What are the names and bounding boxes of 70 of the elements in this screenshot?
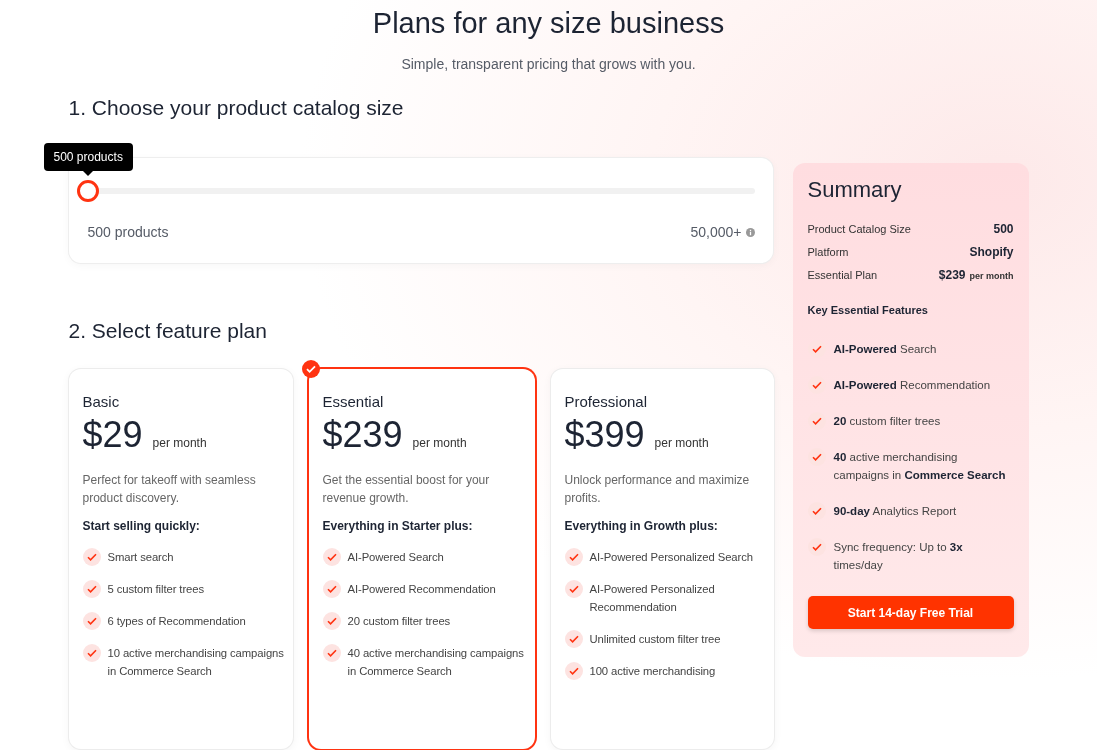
feature-text: Unlimited custom filter tree — [589, 632, 721, 647]
check-icon — [807, 538, 826, 556]
check-icon — [564, 580, 583, 598]
plan-description: Perfect for takeoff with seamless product discovery. — [82, 472, 257, 507]
features-heading: Start selling quickly: — [82, 519, 200, 533]
plan-price: $29 — [82, 413, 143, 457]
check-icon — [564, 548, 583, 566]
plan-name: Essential — [322, 393, 384, 410]
feature-text: 20 custom filter trees — [833, 414, 941, 429]
check-icon — [82, 580, 101, 598]
plan-description: Get the essential boost for your revenue growth. — [322, 472, 491, 507]
summary-label: Essential Plan — [807, 269, 878, 281]
plan-price: $239 — [322, 413, 403, 457]
plan-description: Unlock performance and maximize profits. — [564, 472, 751, 507]
feature-text: Smart search — [107, 550, 174, 565]
free-trial-button[interactable]: Start 14-day Free Trial — [807, 596, 1014, 629]
feature-text: AI-Powered Recommendation — [833, 378, 991, 393]
summary-title: Summary — [807, 177, 902, 203]
feature-text: AI-Powered Recommendation — [347, 582, 496, 597]
feature-text: AI-Powered Personalized Search — [589, 550, 753, 565]
feature-text: AI-Powered Personalized Recommendation — [589, 582, 716, 615]
summary-value: Shopify — [969, 245, 1014, 259]
features-heading: Everything in Starter plus: — [322, 519, 473, 533]
plan-card[interactable] — [308, 369, 535, 749]
page-title: Plans for any size business — [372, 7, 725, 40]
check-icon — [564, 630, 583, 648]
price-period: per month — [412, 436, 467, 450]
value-tooltip: 500 products — [43, 143, 133, 176]
summary-value: 500 — [993, 222, 1014, 236]
check-icon — [564, 662, 583, 680]
section-heading: 2. Select feature plan — [68, 319, 267, 343]
plan-card[interactable] — [68, 369, 293, 749]
check-icon — [82, 644, 101, 662]
plan-name: Basic — [82, 393, 120, 410]
feature-text: 40 active merchandising campaigns in Commerce Search — [833, 450, 1007, 483]
summary-value: $239 — [938, 268, 966, 282]
price-period: per month — [969, 271, 1014, 281]
info-icon — [745, 227, 755, 237]
feature-text: 40 active merchandising campaigns in Commerce Search — [347, 646, 525, 679]
section-heading: 1. Choose your product catalog size — [68, 96, 404, 120]
feature-text: AI-Powered Search — [347, 550, 444, 565]
feature-text: Sync frequency: Up to 3x times/day — [833, 540, 964, 573]
price-period: per month — [152, 436, 207, 450]
check-icon — [322, 644, 341, 662]
check-icon — [322, 548, 341, 566]
summary-label: Platform — [807, 246, 849, 258]
feature-text: 100 active merchandising — [589, 664, 716, 679]
price-period: per month — [654, 436, 709, 450]
feature-text: AI-Powered Search — [833, 342, 937, 357]
slider-handle[interactable] — [76, 180, 99, 202]
check-icon — [807, 502, 826, 520]
selected-check-icon — [301, 360, 320, 378]
plan-price: $399 — [564, 413, 645, 457]
feature-text: 10 active merchandising campaigns in Commerce Search — [107, 646, 285, 679]
check-icon — [82, 548, 101, 566]
check-icon — [82, 612, 101, 630]
feature-text: 20 custom filter trees — [347, 614, 451, 629]
min-label: 500 products — [87, 224, 169, 240]
feature-text: 90-day Analytics Report — [833, 504, 957, 519]
plan-name: Professional — [564, 393, 648, 410]
features-heading: Key Essential Features — [807, 304, 928, 316]
check-icon — [322, 612, 341, 630]
page-subtitle: Simple, transparent pricing that grows with you. — [401, 56, 696, 72]
feature-text: 5 custom filter trees — [107, 582, 204, 597]
feature-text: 6 types of Recommendation — [107, 614, 246, 629]
check-icon — [322, 580, 341, 598]
summary-label: Product Catalog Size — [807, 223, 911, 235]
max-label: 50,000+ — [690, 224, 742, 240]
features-heading: Everything in Growth plus: — [564, 519, 718, 533]
plan-card[interactable] — [550, 369, 774, 749]
